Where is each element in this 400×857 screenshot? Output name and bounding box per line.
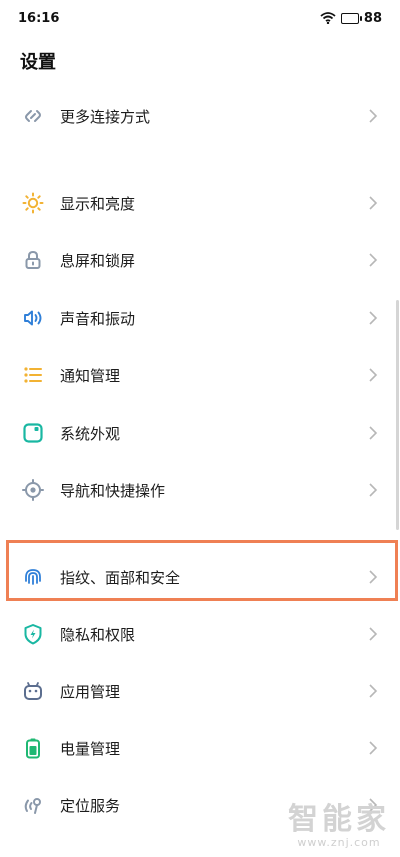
wifi-icon bbox=[320, 12, 336, 24]
battery-level: 88 bbox=[363, 10, 382, 26]
settings-item-app-management[interactable]: 应用管理 bbox=[0, 663, 400, 719]
status-time: 16:16 bbox=[18, 10, 60, 26]
settings-item-label: 更多连接方式 bbox=[60, 107, 151, 126]
settings-item-notifications[interactable]: 通知管理 bbox=[0, 347, 400, 403]
android-icon bbox=[20, 678, 46, 704]
battery-management-icon bbox=[20, 735, 46, 761]
location-icon bbox=[20, 792, 46, 818]
settings-item-battery-management[interactable]: 电量管理 bbox=[0, 720, 400, 776]
watermark-logo: 智能家 bbox=[288, 802, 390, 837]
settings-item-system-appearance[interactable]: 系统外观 bbox=[0, 405, 400, 461]
settings-item-label: 系统外观 bbox=[60, 424, 121, 443]
settings-item-label: 定位服务 bbox=[60, 796, 121, 815]
settings-item-screen-lock[interactable]: 息屏和锁屏 bbox=[0, 232, 400, 288]
settings-item-display-brightness[interactable]: 显示和亮度 bbox=[0, 175, 400, 231]
settings-item-label: 通知管理 bbox=[60, 366, 121, 385]
battery-icon bbox=[340, 12, 362, 24]
sun-icon bbox=[20, 190, 46, 216]
chevron-right-icon bbox=[369, 684, 378, 698]
settings-item-label: 应用管理 bbox=[60, 682, 121, 701]
watermark: 智能家 www.znj.com bbox=[288, 794, 390, 849]
status-icons: 88 bbox=[320, 11, 382, 26]
lock-icon bbox=[20, 247, 46, 273]
settings-item-more-connections[interactable]: 更多连接方式 bbox=[0, 88, 400, 144]
settings-item-label: 导航和快捷操作 bbox=[60, 481, 166, 500]
highlight-box bbox=[6, 540, 398, 601]
settings-item-label: 息屏和锁屏 bbox=[60, 251, 136, 270]
chevron-right-icon bbox=[369, 311, 378, 325]
page-title: 设置 bbox=[20, 52, 56, 73]
settings-item-label: 电量管理 bbox=[60, 739, 121, 758]
settings-item-label: 隐私和权限 bbox=[60, 625, 136, 644]
settings-item-navigation-shortcuts[interactable]: 导航和快捷操作 bbox=[0, 462, 400, 518]
list-icon bbox=[20, 362, 46, 388]
link-icon bbox=[20, 103, 46, 129]
settings-item-sound-vibration[interactable]: 声音和振动 bbox=[0, 290, 400, 346]
chevron-right-icon bbox=[369, 741, 378, 755]
chevron-right-icon bbox=[369, 627, 378, 641]
speaker-icon bbox=[20, 305, 46, 331]
settings-item-privacy-permissions[interactable]: 隐私和权限 bbox=[0, 606, 400, 662]
watermark-url: www.znj.com bbox=[297, 836, 381, 849]
chevron-right-icon bbox=[369, 483, 378, 497]
status-bar: 16:16 88 bbox=[0, 0, 400, 36]
theme-icon bbox=[20, 420, 46, 446]
settings-item-label: 声音和振动 bbox=[60, 309, 136, 328]
settings-item-label: 显示和亮度 bbox=[60, 194, 136, 213]
target-icon bbox=[20, 477, 46, 503]
chevron-right-icon bbox=[369, 109, 378, 123]
shield-icon bbox=[20, 621, 46, 647]
chevron-right-icon bbox=[369, 426, 378, 440]
scrollbar[interactable] bbox=[396, 300, 399, 530]
chevron-right-icon bbox=[369, 196, 378, 210]
chevron-right-icon bbox=[369, 253, 378, 267]
chevron-right-icon bbox=[369, 368, 378, 382]
